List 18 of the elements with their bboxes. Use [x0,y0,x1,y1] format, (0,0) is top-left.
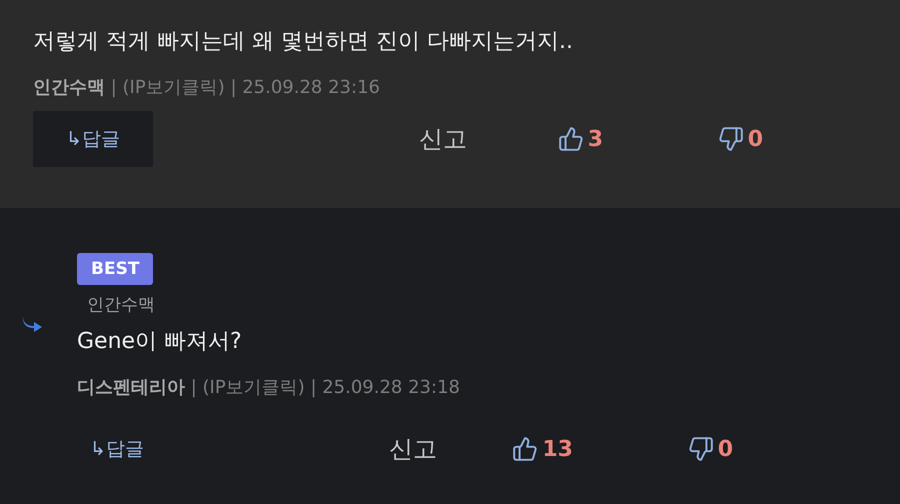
thumbs-down-icon [688,436,714,462]
thumbs-down-icon [718,126,744,152]
comment-text: 저렇게 적게 빠지는데 왜 몇번하면 진이 다빠지는거지.. [33,28,574,56]
comment-text: Gene이 빠져서? [77,328,243,356]
dislike-button[interactable]: 0 [718,126,763,152]
reply-button[interactable]: ↳답글 [57,421,177,477]
like-button[interactable]: 13 [512,436,573,462]
comment-meta: 디스펜테리아 | (IP보기클릭) | 25.09.28 23:18 [77,376,461,399]
best-badge: BEST [77,253,154,285]
comment-meta: 인간수맥 | (IP보기클릭) | 25.09.28 23:16 [33,76,381,99]
report-button[interactable]: 신고 [419,123,467,155]
dislike-button[interactable]: 0 [688,436,733,462]
thumbs-up-icon [512,436,538,462]
report-button[interactable]: 신고 [389,433,437,465]
reply-button[interactable]: ↳답글 [33,111,153,167]
reply-to-author: 인간수맥 [87,294,156,316]
thumbs-up-icon [558,126,584,152]
like-button[interactable]: 3 [558,126,603,152]
